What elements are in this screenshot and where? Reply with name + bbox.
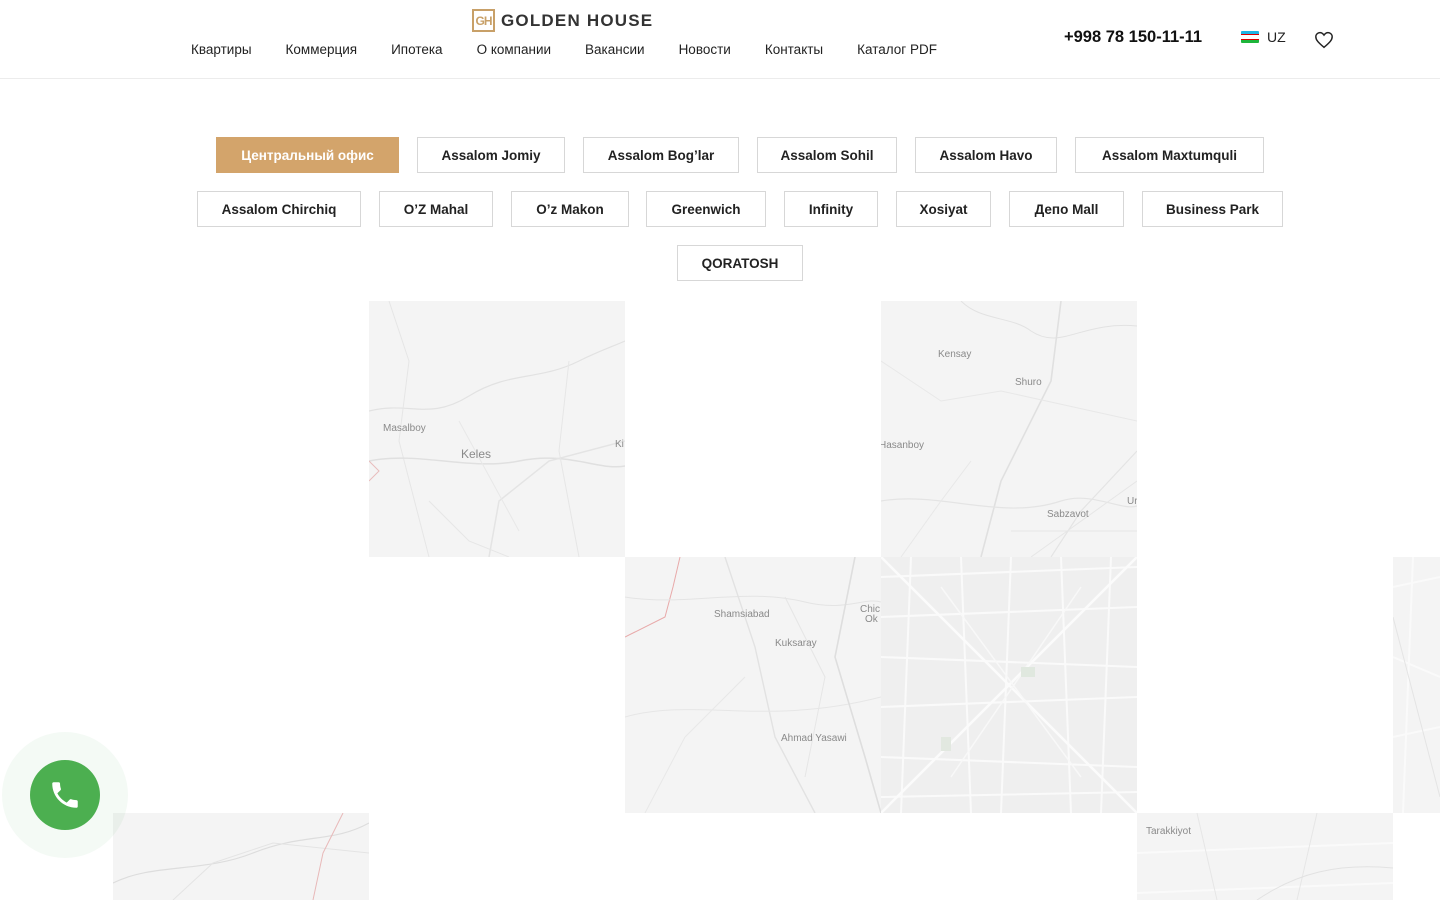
site-header: GH GOLDEN HOUSE Квартиры Коммерция Ипоте…	[0, 0, 1440, 79]
map-tile: Kensay Shuro Hasanboy Ur Sabzavot	[881, 301, 1137, 557]
filter-oz-mahal[interactable]: O’Z Mahal	[379, 191, 493, 227]
nav-item-catalog-pdf[interactable]: Каталог PDF	[857, 42, 937, 57]
logo[interactable]: GH GOLDEN HOUSE	[472, 9, 653, 32]
map-tile: Shamsiabad Kuksaray Chic Ok Ahmad Yasawi	[625, 557, 881, 813]
language-switcher[interactable]: UZ	[1241, 29, 1286, 45]
logo-text: GOLDEN HOUSE	[501, 10, 654, 30]
map-label-kuksaray: Kuksaray	[775, 638, 817, 649]
call-button[interactable]	[30, 760, 100, 830]
filter-assalom-jomiy[interactable]: Assalom Jomiy	[417, 137, 565, 173]
map-label-ahmad-yasawi: Ahmad Yasawi	[781, 733, 847, 744]
uz-flag-icon	[1241, 31, 1259, 43]
nav-item-commerce[interactable]: Коммерция	[286, 42, 358, 57]
map-tile	[1393, 557, 1440, 813]
language-label: UZ	[1267, 29, 1286, 45]
filter-xosiyat[interactable]: Xosiyat	[896, 191, 991, 227]
map-label-hasanboy: Hasanboy	[881, 440, 925, 451]
filter-assalom-sohil[interactable]: Assalom Sohil	[757, 137, 897, 173]
filter-assalom-havo[interactable]: Assalom Havo	[915, 137, 1057, 173]
filter-oz-makon[interactable]: O’z Makon	[511, 191, 629, 227]
map-tile: Tarakkiyot	[1137, 813, 1393, 900]
nav-item-news[interactable]: Новости	[679, 42, 731, 57]
filter-assalom-boglar[interactable]: Assalom Bog’lar	[583, 137, 739, 173]
map-label-sabzavot: Sabzavot	[1047, 509, 1089, 520]
filter-central-office[interactable]: Центральный офис	[216, 137, 399, 173]
main-nav: Квартиры Коммерция Ипотека О компании Ва…	[191, 42, 937, 57]
phone-icon	[52, 782, 78, 808]
filter-business-park[interactable]: Business Park	[1142, 191, 1283, 227]
map-label-ki: Ki	[615, 439, 624, 450]
map-label-kensay: Kensay	[938, 349, 972, 360]
nav-item-vacancies[interactable]: Вакансии	[585, 42, 645, 57]
nav-item-mortgage[interactable]: Ипотека	[391, 42, 442, 57]
map-label-tarakkiyot: Tarakkiyot	[1146, 826, 1192, 837]
map-label-keles: Keles	[461, 447, 492, 461]
nav-item-apartments[interactable]: Квартиры	[191, 42, 252, 57]
heart-icon[interactable]	[1314, 31, 1334, 49]
map-label-ur: Ur	[1127, 496, 1137, 507]
map-tile: Masalboy Keles Ki	[369, 301, 625, 557]
map-label-shamsiabad: Shamsiabad	[714, 609, 770, 620]
map-label-ok: Ok	[865, 614, 878, 625]
filter-assalom-maxtumquli[interactable]: Assalom Maxtumquli	[1075, 137, 1264, 173]
map-label-masalboy: Masalboy	[383, 423, 426, 434]
filter-qoratosh[interactable]: QORATOSH	[677, 245, 803, 281]
filter-depo-mall[interactable]: Депо Mall	[1009, 191, 1124, 227]
map-tile	[113, 813, 369, 900]
filter-greenwich[interactable]: Greenwich	[646, 191, 766, 227]
header-phone[interactable]: +998 78 150-11-11	[1064, 28, 1202, 47]
filter-assalom-chirchiq[interactable]: Assalom Chirchiq	[197, 191, 361, 227]
filter-infinity[interactable]: Infinity	[784, 191, 878, 227]
map-tile	[881, 557, 1137, 813]
nav-item-contacts[interactable]: Контакты	[765, 42, 823, 57]
nav-item-about[interactable]: О компании	[477, 42, 551, 57]
logo-mark-icon: GH	[472, 9, 495, 32]
map-label-shuro: Shuro	[1015, 377, 1042, 388]
